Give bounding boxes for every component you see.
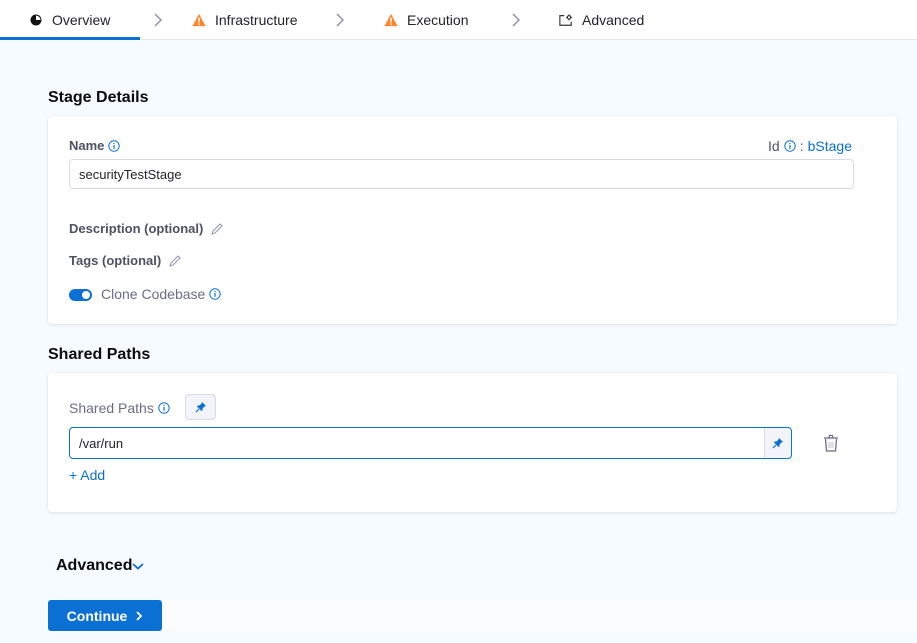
chevron-right-icon: [512, 13, 521, 27]
tab-label: Overview: [52, 12, 111, 28]
stage-tabs: Overview Infrastructure Execution Advanc…: [0, 0, 917, 40]
pin-icon: [772, 438, 783, 449]
stage-id: Id : bStage: [768, 138, 852, 154]
chevron-right-icon: [154, 13, 163, 27]
shared-paths-pin-button[interactable]: [185, 394, 216, 420]
shared-path-value: /var/run: [79, 435, 124, 451]
advanced-section-toggle[interactable]: Advanced: [56, 557, 145, 575]
tab-label: Infrastructure: [215, 12, 298, 28]
warning-icon: [192, 13, 206, 27]
clone-codebase-toggle[interactable]: [69, 289, 92, 301]
info-icon[interactable]: [209, 288, 221, 300]
chevron-down-icon: [132, 563, 145, 570]
tab-label: Advanced: [582, 12, 645, 28]
tab-label: Execution: [407, 12, 469, 28]
chevron-right-icon: [336, 13, 345, 27]
continue-button[interactable]: Continue: [48, 600, 162, 631]
tab-advanced[interactable]: Advanced: [559, 0, 644, 40]
advanced-settings-icon: [559, 13, 573, 27]
shared-paths-heading: Shared Paths: [48, 346, 151, 363]
id-value: bStage: [807, 138, 852, 154]
shared-paths-card: Shared Paths /var/run + Add: [48, 373, 897, 512]
shared-path-input[interactable]: /var/run: [69, 427, 792, 459]
clone-codebase-text: Clone Codebase: [101, 286, 206, 302]
continue-label: Continue: [66, 607, 128, 624]
warning-icon: [384, 13, 398, 27]
name-label: Name: [69, 138, 121, 153]
delete-trash-icon[interactable]: [822, 433, 840, 453]
add-shared-path-link[interactable]: + Add: [69, 467, 105, 483]
description-label: Description (optional): [69, 221, 204, 236]
chevron-right-icon: [136, 610, 143, 621]
pin-icon: [195, 402, 206, 413]
tab-execution[interactable]: Execution: [384, 0, 468, 40]
tags-label: Tags (optional): [69, 253, 162, 268]
info-icon[interactable]: [108, 139, 121, 152]
edit-pencil-icon[interactable]: [168, 254, 182, 268]
tab-infrastructure[interactable]: Infrastructure: [192, 0, 297, 40]
stage-details-heading: Stage Details: [48, 89, 149, 106]
name-input[interactable]: securityTestStage: [69, 159, 854, 189]
tags-toggle[interactable]: Tags (optional): [69, 253, 182, 268]
edit-pencil-icon[interactable]: [210, 222, 224, 236]
name-label-text: Name: [69, 138, 105, 153]
description-toggle[interactable]: Description (optional): [69, 221, 224, 236]
shared-path-pin-button[interactable]: [764, 428, 791, 458]
advanced-label: Advanced: [56, 557, 133, 574]
shared-paths-label: Shared Paths: [69, 400, 170, 416]
footer-bar: [162, 600, 917, 631]
tab-overview[interactable]: Overview: [29, 0, 110, 40]
info-icon[interactable]: [158, 402, 170, 414]
overview-icon: [29, 13, 43, 27]
active-tab-indicator: [0, 37, 140, 40]
info-icon[interactable]: [784, 140, 796, 152]
clone-codebase-label: Clone Codebase: [101, 286, 221, 302]
stage-details-card: Name Id : bStage securityTestStage Descr…: [48, 116, 897, 324]
shared-paths-label-text: Shared Paths: [69, 400, 154, 416]
id-separator: :: [799, 138, 804, 154]
id-label: Id: [768, 138, 780, 154]
